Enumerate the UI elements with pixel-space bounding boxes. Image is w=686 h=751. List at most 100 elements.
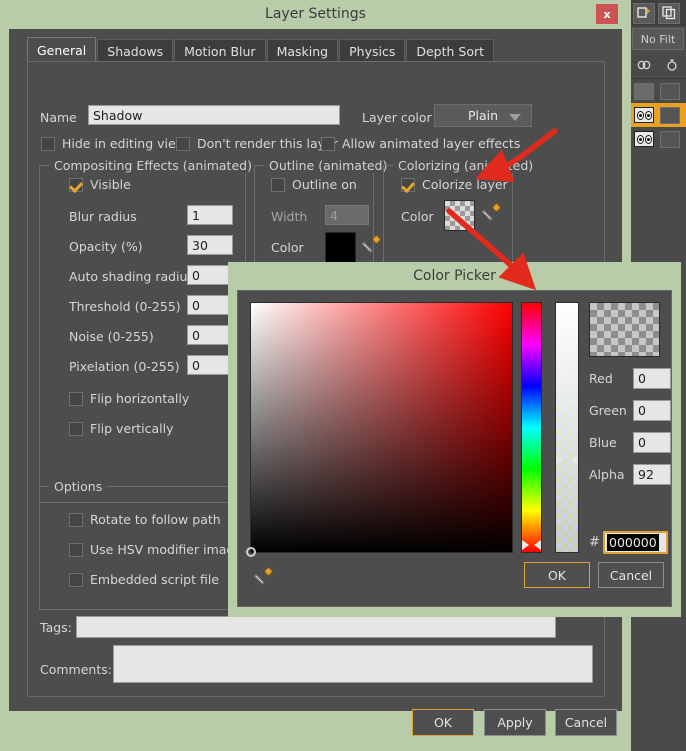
allow-animated-layer-effects-checkbox[interactable]: Allow animated layer effects xyxy=(321,136,520,151)
tab-shadows[interactable]: Shadows xyxy=(97,39,174,62)
red-input[interactable]: 0 xyxy=(633,367,671,389)
layer-color-select[interactable]: Plain xyxy=(434,104,532,127)
eyedropper-icon[interactable] xyxy=(483,204,500,223)
checkbox-box xyxy=(271,177,285,192)
checkbox-box xyxy=(176,136,190,151)
comments-label: Comments: xyxy=(40,662,112,677)
tab-masking[interactable]: Masking xyxy=(266,39,339,62)
alpha-label: Alpha xyxy=(589,466,625,482)
layer-filter-field[interactable]: No Filt xyxy=(632,28,684,50)
colorize-color-label: Color xyxy=(401,209,434,224)
checkbox-box xyxy=(69,572,83,587)
eye-icon[interactable] xyxy=(634,107,654,123)
checkbox-box xyxy=(69,512,83,527)
duplicate-layer-button[interactable] xyxy=(658,2,680,24)
hide-in-editing-view-checkbox[interactable]: Hide in editing view xyxy=(41,136,186,151)
tab-depth-sort[interactable]: Depth Sort xyxy=(406,39,495,62)
embedded-script-file-checkbox[interactable]: Embedded script file xyxy=(69,572,219,587)
red-row: Red 0 xyxy=(589,367,671,389)
noise-label: Noise (0-255) xyxy=(69,329,154,344)
layer-color-label: Layer color xyxy=(362,110,432,125)
opacity-label: Opacity (%) xyxy=(69,239,143,254)
tab-physics[interactable]: Physics xyxy=(339,39,406,62)
eye-icon[interactable] xyxy=(634,131,654,147)
group-title: Compositing Effects (animated) xyxy=(49,158,257,173)
eyedropper-icon[interactable] xyxy=(363,236,380,255)
cancel-button[interactable]: Cancel xyxy=(555,709,617,736)
noise-input[interactable]: 0 xyxy=(187,325,233,345)
color-preview-swatch xyxy=(589,302,660,357)
colorize-color-swatch[interactable] xyxy=(444,200,475,231)
layer-thumb xyxy=(634,82,654,100)
checkbox-label: Visible xyxy=(90,177,131,192)
flip-horizontally-checkbox[interactable]: Flip horizontally xyxy=(69,391,189,406)
color-picker-dialog: Color Picker Red 0 Green 0 Blue 0 Alpha … xyxy=(228,262,681,617)
sv-marker[interactable] xyxy=(246,547,256,557)
threshold-input[interactable]: 0 xyxy=(187,295,233,315)
outline-color-swatch[interactable] xyxy=(325,232,356,263)
checkbox-box xyxy=(69,391,83,406)
name-input[interactable]: Shadow xyxy=(88,105,340,125)
layer-row[interactable] xyxy=(630,127,686,151)
blue-label: Blue xyxy=(589,434,617,450)
red-label: Red xyxy=(589,370,613,386)
visible-checkbox[interactable]: Visible xyxy=(69,177,131,192)
outline-on-checkbox[interactable]: Outline on xyxy=(271,177,357,192)
comments-input[interactable] xyxy=(113,645,593,683)
layer-panel-toolbar xyxy=(630,0,686,26)
rotate-to-follow-path-checkbox[interactable]: Rotate to follow path xyxy=(69,512,221,527)
green-label: Green xyxy=(589,402,627,418)
checkbox-label: Don't render this layer xyxy=(197,136,338,151)
checkbox-label: Flip vertically xyxy=(90,421,174,436)
color-picker-ok-button[interactable]: OK xyxy=(524,562,590,588)
name-label: Name xyxy=(40,110,77,125)
colorize-layer-checkbox[interactable]: Colorize layer xyxy=(401,177,508,192)
layer-state-cell[interactable] xyxy=(660,106,680,124)
layer-state-cell[interactable] xyxy=(660,130,680,148)
eyedropper-icon[interactable] xyxy=(255,568,272,587)
tab-motion-blur[interactable]: Motion Blur xyxy=(174,39,266,62)
pixelation-input[interactable]: 0 xyxy=(187,355,233,375)
outline-width-input[interactable]: 4 xyxy=(325,205,369,225)
hex-input[interactable]: 000000 xyxy=(603,531,668,554)
blue-input[interactable]: 0 xyxy=(633,431,671,453)
hue-slider[interactable] xyxy=(521,302,542,553)
flip-vertically-checkbox[interactable]: Flip vertically xyxy=(69,421,174,436)
color-picker-title: Color Picker xyxy=(413,268,496,284)
tab-bar: General Shadows Motion Blur Masking Phys… xyxy=(27,37,495,62)
layer-state-cell[interactable] xyxy=(660,82,680,100)
use-hsv-modifier-image-checkbox[interactable]: Use HSV modifier image xyxy=(69,542,242,557)
alpha-input[interactable]: 92 xyxy=(633,463,671,485)
color-picker-cancel-button[interactable]: Cancel xyxy=(598,562,664,588)
checkbox-label: Allow animated layer effects xyxy=(342,136,521,151)
tab-general[interactable]: General xyxy=(27,37,97,62)
timer-icon xyxy=(658,52,686,78)
saturation-value-area[interactable] xyxy=(246,302,513,557)
checkbox-label: Rotate to follow path xyxy=(90,512,221,527)
layer-filter-text: No Filt xyxy=(640,32,676,46)
ok-button[interactable]: OK xyxy=(412,709,474,736)
alpha-slider[interactable] xyxy=(555,302,579,553)
green-row: Green 0 xyxy=(589,399,671,421)
checkbox-label: Use HSV modifier image xyxy=(90,542,243,557)
chevron-down-icon xyxy=(509,113,521,121)
checkbox-box xyxy=(41,136,55,151)
layer-panel-header xyxy=(630,52,686,79)
blur-radius-input[interactable]: 1 xyxy=(187,205,233,225)
add-layer-button[interactable] xyxy=(633,2,655,24)
opacity-input[interactable]: 30 xyxy=(187,235,233,255)
layer-row[interactable] xyxy=(630,79,686,103)
dont-render-this-layer-checkbox[interactable]: Don't render this layer xyxy=(176,136,338,151)
green-input[interactable]: 0 xyxy=(633,399,671,421)
close-icon[interactable]: x xyxy=(596,4,618,24)
checkbox-label: Colorize layer xyxy=(422,177,508,192)
layer-row[interactable] xyxy=(630,103,686,127)
auto-shading-radius-input[interactable]: 0 xyxy=(187,265,233,285)
hex-input-value: 000000 xyxy=(607,534,659,551)
hex-label: # xyxy=(589,535,600,550)
checkbox-box xyxy=(69,421,83,436)
checkbox-box xyxy=(321,136,335,151)
window-title: Layer Settings xyxy=(265,6,366,22)
apply-button[interactable]: Apply xyxy=(484,709,546,736)
tags-input[interactable] xyxy=(76,616,556,638)
